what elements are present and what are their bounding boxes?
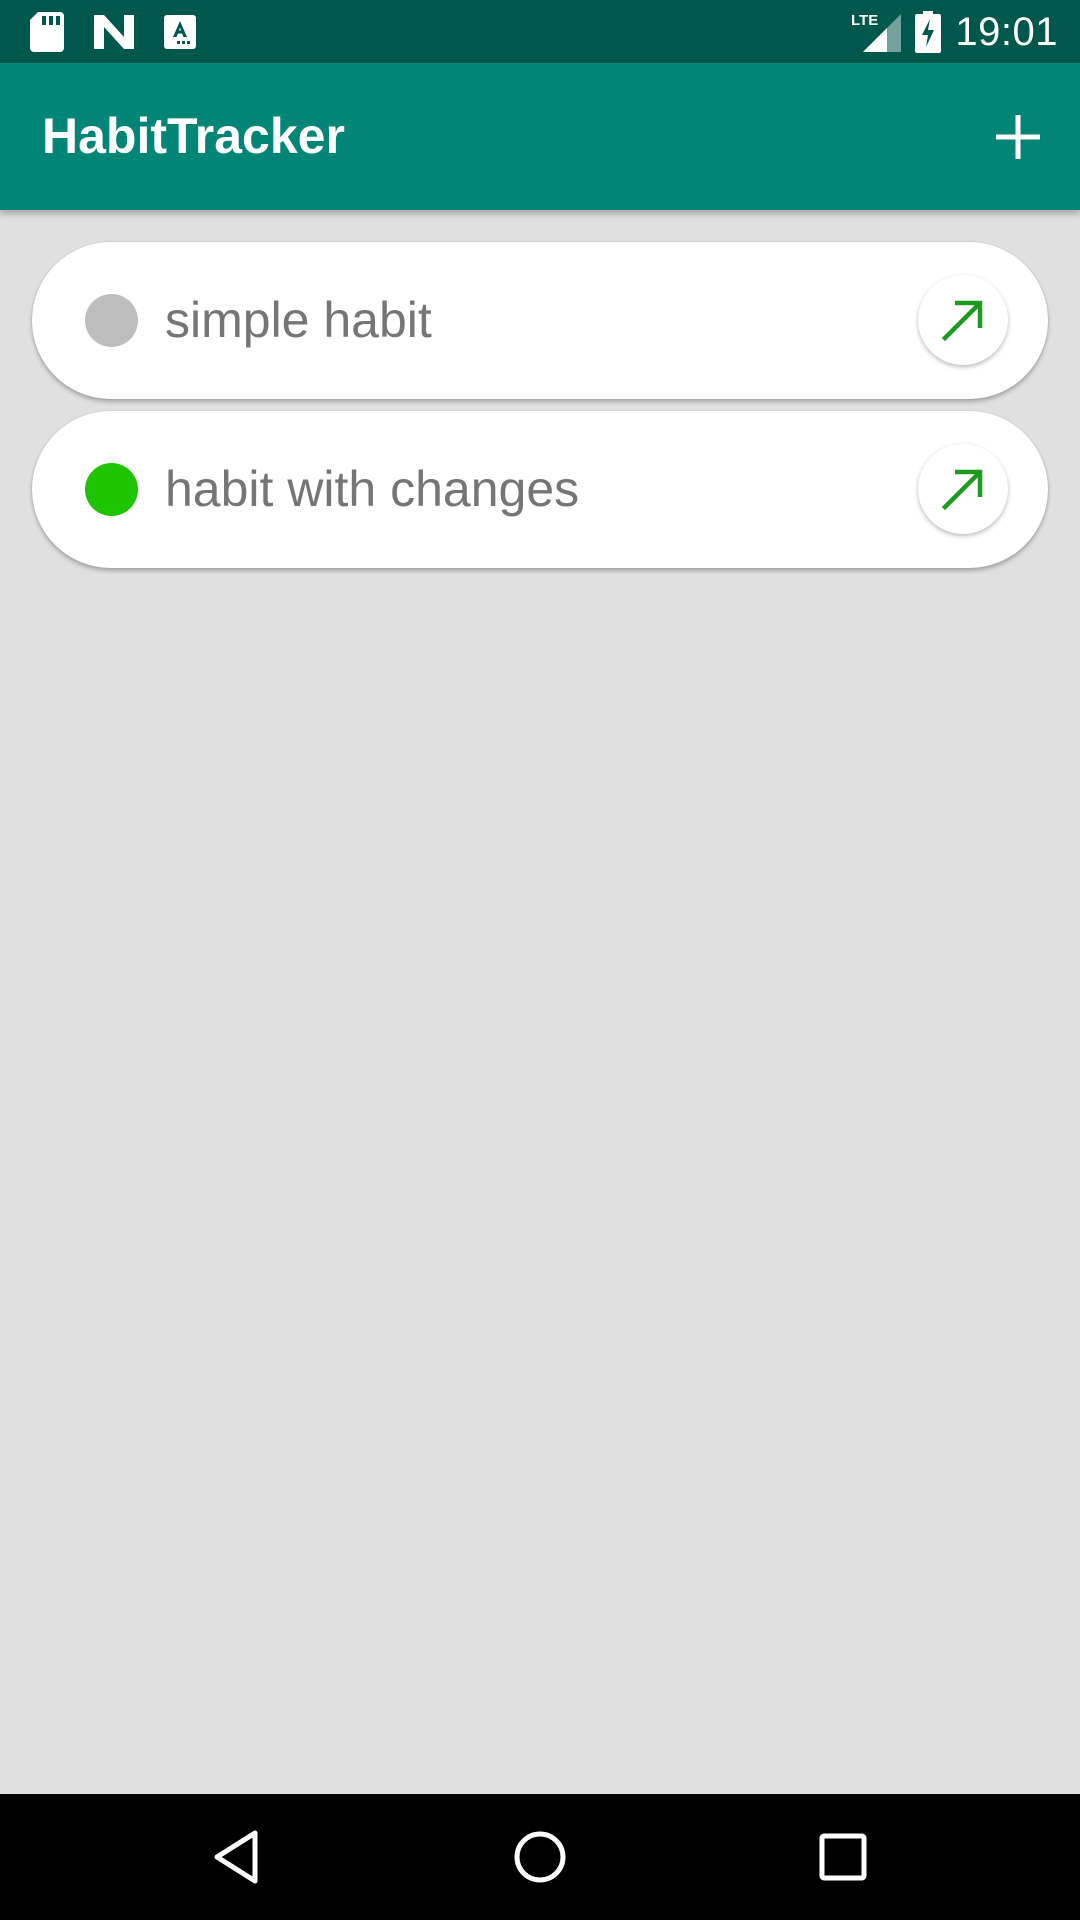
- status-time: 19:01: [955, 9, 1058, 54]
- recents-button[interactable]: [803, 1817, 883, 1897]
- habit-name: simple habit: [165, 292, 432, 348]
- habit-card[interactable]: habit with changes: [32, 411, 1048, 568]
- trend-arrow-icon: [941, 298, 985, 342]
- navigation-bar: [0, 1794, 1080, 1920]
- habit-status-dot: [85, 463, 138, 516]
- screen: LTE 19:01 HabitTracker simple habit habi…: [0, 0, 1080, 1920]
- app-bar: HabitTracker: [0, 63, 1080, 210]
- habit-stats-button[interactable]: [918, 444, 1008, 534]
- recents-icon: [819, 1833, 867, 1881]
- trend-arrow-icon: [941, 467, 985, 511]
- n-logo-icon: [94, 15, 134, 49]
- status-bar: LTE 19:01: [0, 0, 1080, 63]
- home-button[interactable]: [500, 1817, 580, 1897]
- lte-signal-icon: LTE: [851, 12, 902, 52]
- battery-charging-icon: [915, 11, 942, 53]
- habit-list: simple habit habit with changes: [32, 242, 1048, 580]
- plus-icon: [996, 115, 1040, 159]
- habit-card[interactable]: simple habit: [32, 242, 1048, 399]
- habit-name: habit with changes: [165, 461, 580, 517]
- sd-card-icon: [30, 12, 64, 52]
- home-icon: [513, 1830, 567, 1884]
- status-left-icons: [30, 10, 196, 54]
- habit-status-dot: [85, 294, 138, 347]
- status-right-icons: LTE 19:01: [851, 8, 1058, 56]
- network-label: LTE: [851, 12, 878, 29]
- add-habit-button[interactable]: [978, 97, 1058, 177]
- back-icon: [211, 1829, 261, 1885]
- keyboard-a-icon: [164, 15, 196, 49]
- back-button[interactable]: [196, 1817, 276, 1897]
- app-title: HabitTracker: [42, 108, 345, 164]
- habit-stats-button[interactable]: [918, 275, 1008, 365]
